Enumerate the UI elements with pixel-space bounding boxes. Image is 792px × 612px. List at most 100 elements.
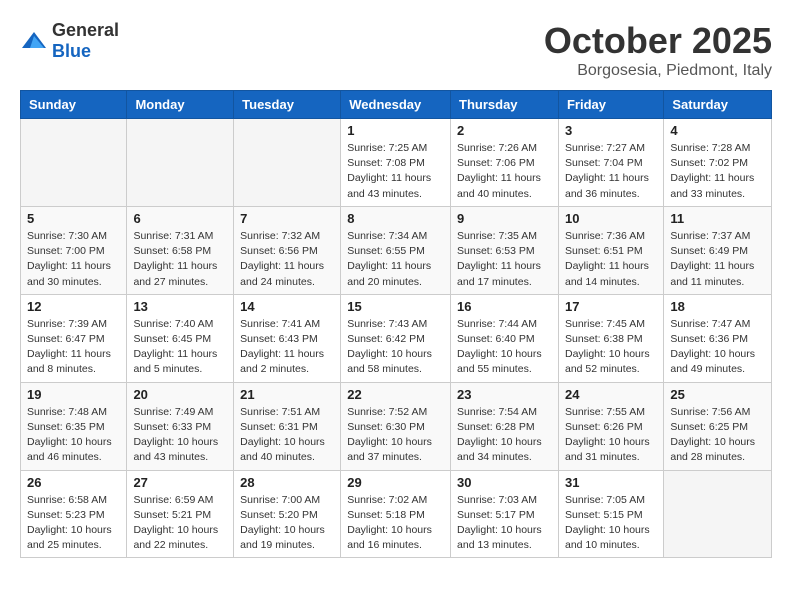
day-info: Sunrise: 7:37 AM Sunset: 6:49 PM Dayligh… [670, 229, 765, 290]
day-number: 10 [565, 211, 657, 226]
month-title: October 2025 [544, 20, 772, 62]
calendar-cell: 7 Sunrise: 7:32 AM Sunset: 6:56 PM Daylig… [234, 206, 341, 294]
calendar-cell: 27 Sunrise: 6:59 AM Sunset: 5:21 PM Dayli… [127, 470, 234, 558]
calendar-cell: 23 Sunrise: 7:54 AM Sunset: 6:28 PM Dayli… [451, 382, 559, 470]
calendar-week-row: 5 Sunrise: 7:30 AM Sunset: 7:00 PM Daylig… [21, 206, 772, 294]
logo-general-text: General [52, 20, 119, 40]
calendar-cell: 11 Sunrise: 7:37 AM Sunset: 6:49 PM Dayli… [664, 206, 772, 294]
day-number: 28 [240, 475, 334, 490]
day-info: Sunrise: 7:34 AM Sunset: 6:55 PM Dayligh… [347, 229, 444, 290]
calendar-cell: 5 Sunrise: 7:30 AM Sunset: 7:00 PM Daylig… [21, 206, 127, 294]
calendar: SundayMondayTuesdayWednesdayThursdayFrid… [20, 90, 772, 558]
day-info: Sunrise: 7:25 AM Sunset: 7:08 PM Dayligh… [347, 141, 444, 202]
day-number: 23 [457, 387, 552, 402]
day-info: Sunrise: 7:44 AM Sunset: 6:40 PM Dayligh… [457, 317, 552, 378]
day-info: Sunrise: 7:48 AM Sunset: 6:35 PM Dayligh… [27, 405, 120, 466]
day-info: Sunrise: 7:35 AM Sunset: 6:53 PM Dayligh… [457, 229, 552, 290]
calendar-cell [234, 119, 341, 207]
day-number: 18 [670, 299, 765, 314]
day-number: 7 [240, 211, 334, 226]
calendar-cell: 6Sunrise: 7:31 AM Sunset: 6:58 PM Daylig… [127, 206, 234, 294]
calendar-week-row: 1 Sunrise: 7:25 AM Sunset: 7:08 PM Daylig… [21, 119, 772, 207]
day-number: 15 [347, 299, 444, 314]
calendar-cell: 15Sunrise: 7:43 AM Sunset: 6:42 PM Dayli… [341, 294, 451, 382]
header: General Blue October 2025 Borgosesia, Pi… [20, 20, 772, 80]
calendar-cell [127, 119, 234, 207]
day-header-wednesday: Wednesday [341, 91, 451, 119]
day-number: 26 [27, 475, 120, 490]
day-number: 9 [457, 211, 552, 226]
calendar-cell: 26 Sunrise: 6:58 AM Sunset: 5:23 PM Dayli… [21, 470, 127, 558]
day-info: Sunrise: 6:58 AM Sunset: 5:23 PM Dayligh… [27, 493, 120, 554]
day-header-thursday: Thursday [451, 91, 559, 119]
calendar-week-row: 26 Sunrise: 6:58 AM Sunset: 5:23 PM Dayli… [21, 470, 772, 558]
day-info: Sunrise: 7:28 AM Sunset: 7:02 PM Dayligh… [670, 141, 765, 202]
calendar-cell: 3 Sunrise: 7:27 AM Sunset: 7:04 PM Daylig… [558, 119, 663, 207]
day-info: Sunrise: 7:40 AM Sunset: 6:45 PM Dayligh… [133, 317, 227, 378]
day-number: 5 [27, 211, 120, 226]
day-number: 3 [565, 123, 657, 138]
calendar-header-row: SundayMondayTuesdayWednesdayThursdayFrid… [21, 91, 772, 119]
calendar-cell: 30Sunrise: 7:03 AM Sunset: 5:17 PM Dayli… [451, 470, 559, 558]
calendar-cell: 25Sunrise: 7:56 AM Sunset: 6:25 PM Dayli… [664, 382, 772, 470]
day-header-friday: Friday [558, 91, 663, 119]
day-number: 19 [27, 387, 120, 402]
day-info: Sunrise: 7:54 AM Sunset: 6:28 PM Dayligh… [457, 405, 552, 466]
day-number: 31 [565, 475, 657, 490]
location-title: Borgosesia, Piedmont, Italy [544, 62, 772, 80]
day-number: 22 [347, 387, 444, 402]
day-number: 6 [133, 211, 227, 226]
day-info: Sunrise: 7:30 AM Sunset: 7:00 PM Dayligh… [27, 229, 120, 290]
calendar-cell: 19 Sunrise: 7:48 AM Sunset: 6:35 PM Dayli… [21, 382, 127, 470]
calendar-cell: 8Sunrise: 7:34 AM Sunset: 6:55 PM Daylig… [341, 206, 451, 294]
calendar-cell: 1 Sunrise: 7:25 AM Sunset: 7:08 PM Daylig… [341, 119, 451, 207]
day-info: Sunrise: 7:55 AM Sunset: 6:26 PM Dayligh… [565, 405, 657, 466]
day-info: Sunrise: 7:49 AM Sunset: 6:33 PM Dayligh… [133, 405, 227, 466]
calendar-cell: 12 Sunrise: 7:39 AM Sunset: 6:47 PM Dayli… [21, 294, 127, 382]
calendar-cell: 16Sunrise: 7:44 AM Sunset: 6:40 PM Dayli… [451, 294, 559, 382]
day-number: 11 [670, 211, 765, 226]
day-info: Sunrise: 7:52 AM Sunset: 6:30 PM Dayligh… [347, 405, 444, 466]
day-header-monday: Monday [127, 91, 234, 119]
day-info: Sunrise: 7:45 AM Sunset: 6:38 PM Dayligh… [565, 317, 657, 378]
day-info: Sunrise: 7:03 AM Sunset: 5:17 PM Dayligh… [457, 493, 552, 554]
calendar-cell: 10 Sunrise: 7:36 AM Sunset: 6:51 PM Dayli… [558, 206, 663, 294]
day-info: Sunrise: 7:02 AM Sunset: 5:18 PM Dayligh… [347, 493, 444, 554]
day-number: 12 [27, 299, 120, 314]
calendar-cell: 29 Sunrise: 7:02 AM Sunset: 5:18 PM Dayli… [341, 470, 451, 558]
day-info: Sunrise: 7:51 AM Sunset: 6:31 PM Dayligh… [240, 405, 334, 466]
day-header-sunday: Sunday [21, 91, 127, 119]
title-area: October 2025 Borgosesia, Piedmont, Italy [544, 20, 772, 80]
day-info: Sunrise: 7:27 AM Sunset: 7:04 PM Dayligh… [565, 141, 657, 202]
calendar-cell [664, 470, 772, 558]
calendar-cell: 2Sunrise: 7:26 AM Sunset: 7:06 PM Daylig… [451, 119, 559, 207]
day-number: 27 [133, 475, 227, 490]
day-header-tuesday: Tuesday [234, 91, 341, 119]
day-number: 29 [347, 475, 444, 490]
day-info: Sunrise: 7:32 AM Sunset: 6:56 PM Dayligh… [240, 229, 334, 290]
day-header-saturday: Saturday [664, 91, 772, 119]
day-info: Sunrise: 7:36 AM Sunset: 6:51 PM Dayligh… [565, 229, 657, 290]
day-number: 25 [670, 387, 765, 402]
day-info: Sunrise: 6:59 AM Sunset: 5:21 PM Dayligh… [133, 493, 227, 554]
logo: General Blue [20, 20, 119, 62]
calendar-cell: 9 Sunrise: 7:35 AM Sunset: 6:53 PM Daylig… [451, 206, 559, 294]
day-number: 14 [240, 299, 334, 314]
day-info: Sunrise: 7:39 AM Sunset: 6:47 PM Dayligh… [27, 317, 120, 378]
calendar-cell: 17Sunrise: 7:45 AM Sunset: 6:38 PM Dayli… [558, 294, 663, 382]
calendar-cell: 13Sunrise: 7:40 AM Sunset: 6:45 PM Dayli… [127, 294, 234, 382]
day-info: Sunrise: 7:26 AM Sunset: 7:06 PM Dayligh… [457, 141, 552, 202]
calendar-cell [21, 119, 127, 207]
calendar-cell: 20Sunrise: 7:49 AM Sunset: 6:33 PM Dayli… [127, 382, 234, 470]
day-number: 21 [240, 387, 334, 402]
calendar-cell: 4 Sunrise: 7:28 AM Sunset: 7:02 PM Daylig… [664, 119, 772, 207]
day-number: 24 [565, 387, 657, 402]
day-number: 4 [670, 123, 765, 138]
logo-icon [20, 30, 48, 52]
calendar-week-row: 12 Sunrise: 7:39 AM Sunset: 6:47 PM Dayli… [21, 294, 772, 382]
calendar-week-row: 19 Sunrise: 7:48 AM Sunset: 6:35 PM Dayli… [21, 382, 772, 470]
calendar-cell: 28Sunrise: 7:00 AM Sunset: 5:20 PM Dayli… [234, 470, 341, 558]
day-info: Sunrise: 7:05 AM Sunset: 5:15 PM Dayligh… [565, 493, 657, 554]
day-number: 1 [347, 123, 444, 138]
calendar-cell: 22 Sunrise: 7:52 AM Sunset: 6:30 PM Dayli… [341, 382, 451, 470]
